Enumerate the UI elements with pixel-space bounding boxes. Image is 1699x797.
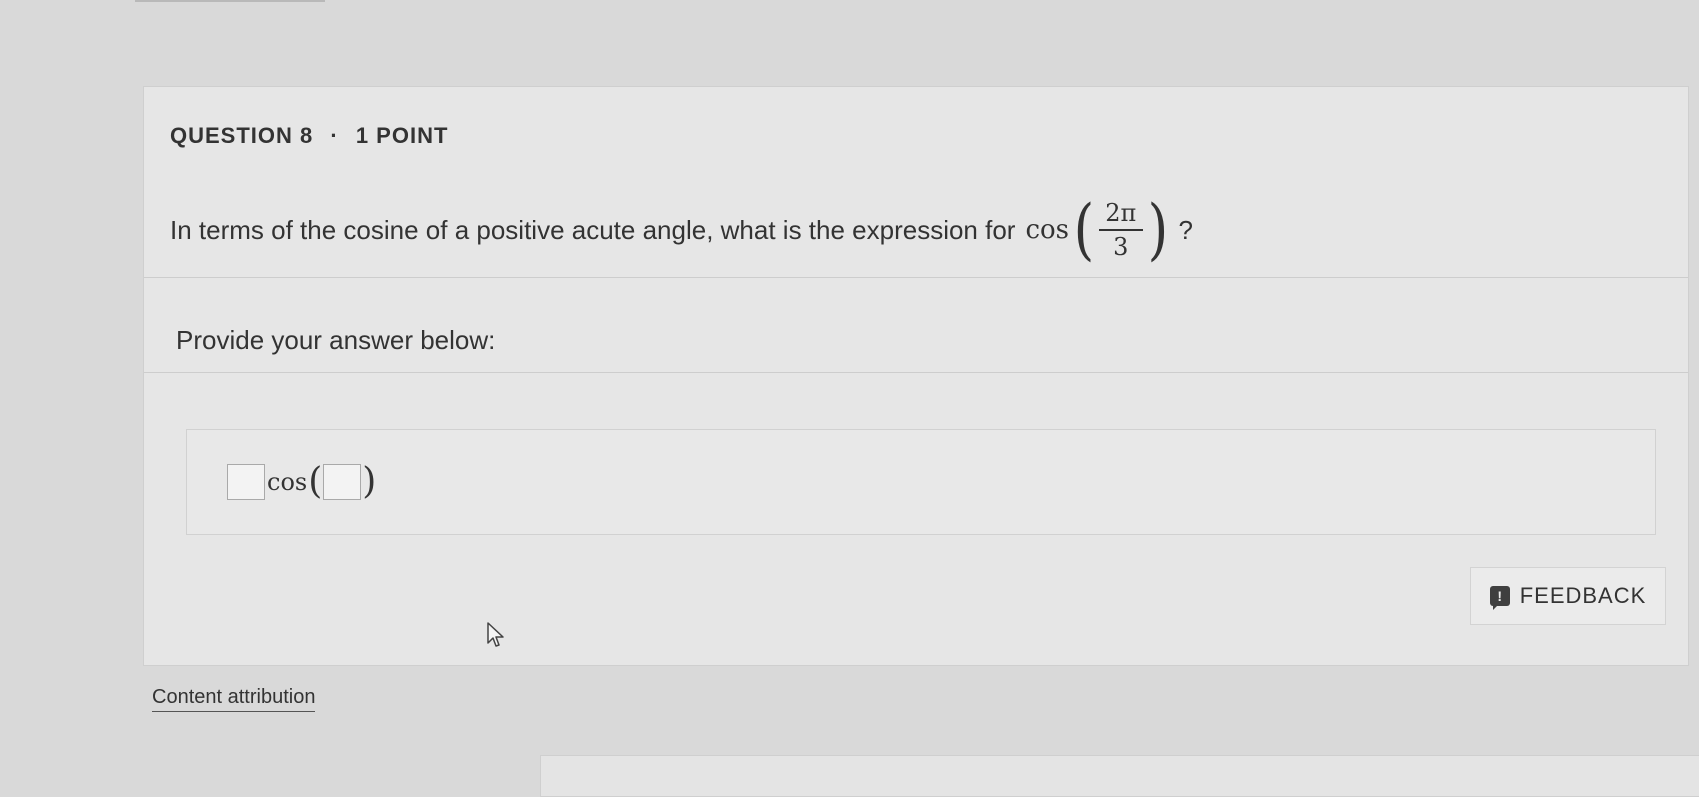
prompt-text: In terms of the cosine of a positive acu… <box>170 214 1016 245</box>
question-prompt: In terms of the cosine of a positive acu… <box>170 197 1193 263</box>
header-separator: · <box>330 123 339 148</box>
mouse-pointer-icon <box>487 622 504 647</box>
feedback-label: FEEDBACK <box>1519 583 1647 608</box>
math-fraction: 2π 3 <box>1098 198 1143 261</box>
answer-template: cos ( ) <box>227 464 377 500</box>
next-card-edge <box>540 755 1699 797</box>
question-mark: ? <box>1178 214 1193 245</box>
math-open-paren: ( <box>1073 191 1095 268</box>
math-close-paren: ) <box>1147 191 1168 268</box>
question-points: 1 POINT <box>355 123 449 148</box>
template-open-paren: ( <box>308 461 323 502</box>
template-close-paren: ) <box>362 461 377 502</box>
fraction-numerator: 2π <box>1105 198 1137 227</box>
math-expression: cos ( 2π 3 ) <box>1025 197 1172 263</box>
math-function: cos <box>1025 215 1070 245</box>
question-number: QUESTION 8 <box>170 123 314 148</box>
answer-area: cos ( ) <box>186 429 1656 535</box>
content-attribution-link[interactable]: Content attribution <box>152 686 316 712</box>
angle-input[interactable] <box>323 464 362 500</box>
top-divider <box>135 0 325 2</box>
coefficient-input[interactable] <box>227 464 265 500</box>
question-header: QUESTION 8 · 1 POINT <box>170 123 448 149</box>
section-divider <box>144 372 1688 373</box>
feedback-flag-icon: ! <box>1489 586 1510 610</box>
fraction-denominator: 3 <box>1113 232 1129 261</box>
feedback-button[interactable]: ! FEEDBACK <box>1470 567 1666 625</box>
section-divider <box>144 277 1688 278</box>
answer-instruction: Provide your answer below: <box>176 325 496 355</box>
fraction-bar <box>1098 229 1143 231</box>
question-card: QUESTION 8 · 1 POINT In terms of the cos… <box>143 86 1689 666</box>
template-function: cos <box>267 468 308 496</box>
